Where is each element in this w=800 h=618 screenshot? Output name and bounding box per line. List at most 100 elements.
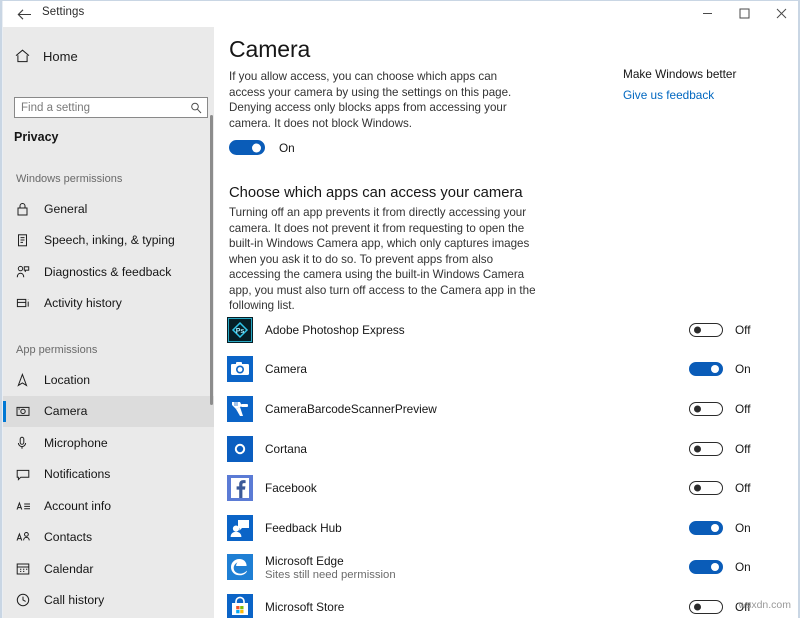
app-toggle-wrap: Off — [689, 402, 751, 416]
toggle-knob — [694, 485, 701, 492]
app-toggle[interactable] — [689, 481, 723, 495]
list-item[interactable]: CameraBarcodeScannerPreview Off — [227, 389, 767, 429]
camera-app-icon — [227, 356, 253, 382]
toggle-knob — [711, 524, 719, 532]
app-toggle-wrap: On — [689, 521, 751, 535]
sidebar-item-home-label: Home — [43, 49, 78, 64]
minimize-button[interactable] — [689, 0, 726, 27]
sidebar-item-account-info-label: Account info — [44, 499, 111, 513]
title-bar: Settings — [0, 0, 800, 27]
facebook-icon — [227, 475, 253, 501]
app-toggle[interactable] — [689, 600, 723, 614]
sidebar-item-contacts[interactable]: Contacts — [3, 522, 214, 554]
app-toggle-wrap: Off — [689, 323, 751, 337]
maximize-button[interactable] — [726, 0, 763, 27]
app-toggle-label: On — [735, 362, 751, 376]
sidebar-item-diagnostics-feedback[interactable]: Diagnostics & feedback — [3, 256, 214, 288]
section-title: Choose which apps can access your camera — [229, 185, 523, 201]
sidebar: Home Privacy Windows permissions — [3, 27, 214, 618]
list-item[interactable]: Camera On — [227, 350, 767, 390]
app-toggle[interactable] — [689, 521, 723, 535]
call-history-icon — [16, 592, 38, 608]
watermark: wsxdn.com — [738, 599, 791, 611]
app-toggle[interactable] — [689, 323, 723, 337]
photoshop-express-icon: Ps — [227, 317, 253, 343]
page-title: Camera — [229, 36, 310, 63]
app-toggle-label: Off — [735, 402, 751, 416]
barcode-scanner-icon — [227, 396, 253, 422]
search-icon[interactable] — [185, 102, 207, 114]
camera-access-toggle-label: On — [279, 141, 295, 155]
feedback-rail: Make Windows better Give us feedback — [623, 67, 793, 102]
list-item[interactable]: Ps Adobe Photoshop Express Off — [227, 310, 767, 350]
sidebar-item-diagnostics-feedback-label: Diagnostics & feedback — [44, 265, 171, 279]
microphone-icon — [16, 435, 38, 451]
sidebar-group-header-windows-permissions: Windows permissions — [16, 173, 122, 185]
sidebar-item-calendar[interactable]: Calendar — [3, 553, 214, 585]
home-icon — [15, 49, 39, 63]
sidebar-item-location-label: Location — [44, 373, 90, 387]
list-item[interactable]: Microsoft Edge Sites still need permissi… — [227, 548, 767, 588]
app-toggle-label: Off — [735, 323, 751, 337]
activity-history-icon — [16, 295, 38, 311]
window-controls — [689, 0, 800, 27]
camera-access-toggle[interactable] — [229, 140, 265, 155]
app-toggle[interactable] — [689, 402, 723, 416]
sidebar-item-notifications-label: Notifications — [44, 467, 110, 481]
app-toggle-label: On — [735, 521, 751, 535]
list-item[interactable]: Feedback Hub On — [227, 508, 767, 548]
sidebar-item-activity-history[interactable]: Activity history — [3, 288, 214, 320]
sidebar-item-general-label: General — [44, 202, 87, 216]
app-toggle[interactable] — [689, 362, 723, 376]
camera-access-toggle-row: On — [229, 140, 295, 155]
app-toggle[interactable] — [689, 560, 723, 574]
list-item[interactable]: Microsoft Store Off — [227, 587, 767, 618]
diagnostics-icon — [16, 264, 38, 280]
sidebar-item-location[interactable]: Location — [3, 364, 214, 396]
settings-window: Settings Home — [0, 0, 800, 618]
camera-icon — [16, 403, 38, 419]
sidebar-item-camera[interactable]: Camera — [3, 396, 214, 428]
sidebar-item-call-history-label: Call history — [44, 593, 104, 607]
sidebar-item-microphone-label: Microphone — [44, 436, 108, 450]
give-us-feedback-link[interactable]: Give us feedback — [623, 88, 793, 102]
sidebar-scrollbar-thumb[interactable] — [210, 115, 213, 405]
toggle-knob — [711, 563, 719, 571]
sidebar-item-speech-inking-typing[interactable]: Speech, inking, & typing — [3, 225, 214, 257]
svg-text:Ps: Ps — [236, 328, 245, 335]
back-button[interactable] — [6, 1, 42, 27]
sidebar-group-header-app-permissions: App permissions — [16, 344, 97, 356]
sidebar-item-microphone[interactable]: Microphone — [3, 427, 214, 459]
app-toggle-label: Off — [735, 442, 751, 456]
search-box[interactable] — [14, 97, 208, 118]
sidebar-item-account-info[interactable]: Account info — [3, 490, 214, 522]
toggle-knob — [711, 365, 719, 373]
lock-icon — [16, 201, 38, 217]
app-toggle[interactable] — [689, 442, 723, 456]
feedback-hub-icon — [227, 515, 253, 541]
notifications-icon — [16, 466, 38, 482]
calendar-icon — [16, 561, 38, 577]
app-toggle-wrap: On — [689, 560, 751, 574]
sidebar-item-home[interactable]: Home — [3, 41, 208, 71]
sidebar-item-calendar-label: Calendar — [44, 562, 93, 576]
sidebar-item-general[interactable]: General — [3, 193, 214, 225]
sidebar-item-call-history[interactable]: Call history — [3, 585, 214, 617]
list-item[interactable]: Facebook Off — [227, 468, 767, 508]
sidebar-item-notifications[interactable]: Notifications — [3, 459, 214, 491]
close-button[interactable] — [763, 0, 800, 27]
toggle-knob — [694, 326, 701, 333]
app-permission-list: Ps Adobe Photoshop Express Off — [227, 310, 767, 618]
app-toggle-wrap: On — [689, 362, 751, 376]
sidebar-nav-windows-permissions: General Speech, inking, & typing — [3, 193, 214, 319]
cortana-icon — [227, 436, 253, 462]
sidebar-item-activity-history-label: Activity history — [44, 296, 122, 310]
app-toggle-label: Off — [735, 481, 751, 495]
list-item[interactable]: Cortana Off — [227, 429, 767, 469]
account-info-icon — [16, 498, 38, 514]
feedback-rail-title: Make Windows better — [623, 67, 793, 81]
contacts-icon — [16, 529, 38, 545]
search-input[interactable] — [15, 102, 185, 114]
edge-icon — [227, 554, 253, 580]
microsoft-store-icon — [227, 594, 253, 618]
